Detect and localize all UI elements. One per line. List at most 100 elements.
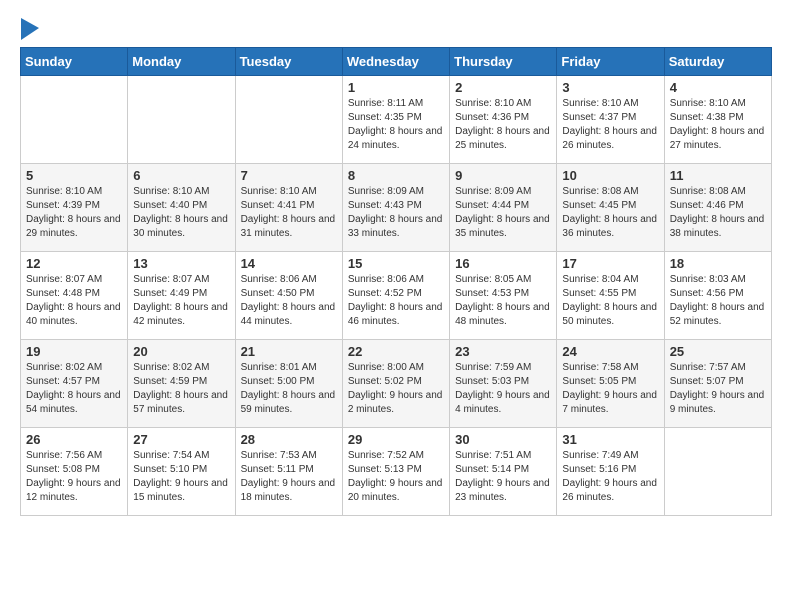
calendar-cell-3-3: 22 Sunrise: 8:00 AM Sunset: 5:02 PM Dayli… [342,340,449,428]
calendar-cell-0-6: 4 Sunrise: 8:10 AM Sunset: 4:38 PM Daylig… [664,76,771,164]
day-number: 18 [670,256,766,271]
logo [20,18,39,37]
day-number: 21 [241,344,337,359]
logo-icon [21,18,39,40]
calendar-cell-4-0: 26Sunrise: 7:56 AM Sunset: 5:08 PM Dayli… [21,428,128,516]
calendar-cell-1-1: 6 Sunrise: 8:10 AM Sunset: 4:40 PM Daylig… [128,164,235,252]
day-info: Sunrise: 8:00 AM Sunset: 5:02 PM Dayligh… [348,361,444,417]
day-info: Sunrise: 8:02 AM Sunset: 4:57 PM Dayligh… [26,361,122,417]
day-info: Sunrise: 7:59 AM Sunset: 5:03 PM Dayligh… [455,361,551,417]
day-number: 30 [455,432,551,447]
calendar-cell-2-5: 17 Sunrise: 8:04 AM Sunset: 4:55 PM Dayli… [557,252,664,340]
day-info: Sunrise: 8:08 AM Sunset: 4:46 PM Dayligh… [670,185,766,241]
day-info: Sunrise: 8:10 AM Sunset: 4:38 PM Dayligh… [670,97,766,153]
day-number: 15 [348,256,444,271]
calendar-cell-0-2 [235,76,342,164]
calendar-cell-2-2: 14Sunrise: 8:06 AM Sunset: 4:50 PM Dayli… [235,252,342,340]
week-row-3: 19 Sunrise: 8:02 AM Sunset: 4:57 PM Dayli… [21,340,772,428]
day-number: 2 [455,80,551,95]
day-info: Sunrise: 8:07 AM Sunset: 4:48 PM Dayligh… [26,273,122,329]
calendar-cell-4-4: 30 Sunrise: 7:51 AM Sunset: 5:14 PM Dayli… [450,428,557,516]
calendar-cell-2-0: 12 Sunrise: 8:07 AM Sunset: 4:48 PM Dayli… [21,252,128,340]
day-number: 12 [26,256,122,271]
day-info: Sunrise: 8:10 AM Sunset: 4:41 PM Dayligh… [241,185,337,241]
day-number: 28 [241,432,337,447]
day-number: 22 [348,344,444,359]
calendar-cell-3-1: 20 Sunrise: 8:02 AM Sunset: 4:59 PM Dayli… [128,340,235,428]
day-number: 16 [455,256,551,271]
day-info: Sunrise: 8:04 AM Sunset: 4:55 PM Dayligh… [562,273,658,329]
day-number: 6 [133,168,229,183]
calendar-cell-4-6 [664,428,771,516]
day-number: 31 [562,432,658,447]
calendar-cell-4-5: 31 Sunrise: 7:49 AM Sunset: 5:16 PM Dayli… [557,428,664,516]
calendar-cell-2-3: 15Sunrise: 8:06 AM Sunset: 4:52 PM Dayli… [342,252,449,340]
day-number: 25 [670,344,766,359]
day-number: 1 [348,80,444,95]
day-info: Sunrise: 7:57 AM Sunset: 5:07 PM Dayligh… [670,361,766,417]
day-info: Sunrise: 8:08 AM Sunset: 4:45 PM Dayligh… [562,185,658,241]
calendar-cell-3-4: 23 Sunrise: 7:59 AM Sunset: 5:03 PM Dayli… [450,340,557,428]
day-number: 4 [670,80,766,95]
day-info: Sunrise: 8:07 AM Sunset: 4:49 PM Dayligh… [133,273,229,329]
calendar-cell-2-6: 18 Sunrise: 8:03 AM Sunset: 4:56 PM Dayli… [664,252,771,340]
week-row-4: 26Sunrise: 7:56 AM Sunset: 5:08 PM Dayli… [21,428,772,516]
weekday-header-thursday: Thursday [450,48,557,76]
day-number: 8 [348,168,444,183]
day-info: Sunrise: 8:09 AM Sunset: 4:44 PM Dayligh… [455,185,551,241]
day-info: Sunrise: 8:10 AM Sunset: 4:40 PM Dayligh… [133,185,229,241]
day-number: 19 [26,344,122,359]
weekday-header-saturday: Saturday [664,48,771,76]
day-info: Sunrise: 8:10 AM Sunset: 4:37 PM Dayligh… [562,97,658,153]
day-info: Sunrise: 7:53 AM Sunset: 5:11 PM Dayligh… [241,449,337,505]
calendar-cell-1-5: 10Sunrise: 8:08 AM Sunset: 4:45 PM Dayli… [557,164,664,252]
day-info: Sunrise: 7:49 AM Sunset: 5:16 PM Dayligh… [562,449,658,505]
day-info: Sunrise: 7:51 AM Sunset: 5:14 PM Dayligh… [455,449,551,505]
day-number: 7 [241,168,337,183]
day-number: 13 [133,256,229,271]
weekday-header-row: SundayMondayTuesdayWednesdayThursdayFrid… [21,48,772,76]
day-number: 29 [348,432,444,447]
day-number: 9 [455,168,551,183]
day-info: Sunrise: 7:54 AM Sunset: 5:10 PM Dayligh… [133,449,229,505]
calendar-cell-2-4: 16Sunrise: 8:05 AM Sunset: 4:53 PM Dayli… [450,252,557,340]
day-info: Sunrise: 8:09 AM Sunset: 4:43 PM Dayligh… [348,185,444,241]
day-info: Sunrise: 7:58 AM Sunset: 5:05 PM Dayligh… [562,361,658,417]
day-info: Sunrise: 8:11 AM Sunset: 4:35 PM Dayligh… [348,97,444,153]
day-number: 24 [562,344,658,359]
day-number: 23 [455,344,551,359]
day-info: Sunrise: 8:02 AM Sunset: 4:59 PM Dayligh… [133,361,229,417]
week-row-0: 1 Sunrise: 8:11 AM Sunset: 4:35 PM Daylig… [21,76,772,164]
weekday-header-sunday: Sunday [21,48,128,76]
calendar-cell-4-3: 29 Sunrise: 7:52 AM Sunset: 5:13 PM Dayli… [342,428,449,516]
header [20,18,772,37]
calendar-cell-4-2: 28 Sunrise: 7:53 AM Sunset: 5:11 PM Dayli… [235,428,342,516]
page: SundayMondayTuesdayWednesdayThursdayFrid… [0,0,792,530]
day-number: 11 [670,168,766,183]
day-number: 17 [562,256,658,271]
calendar-cell-3-6: 25 Sunrise: 7:57 AM Sunset: 5:07 PM Dayli… [664,340,771,428]
calendar-cell-1-2: 7 Sunrise: 8:10 AM Sunset: 4:41 PM Daylig… [235,164,342,252]
calendar: SundayMondayTuesdayWednesdayThursdayFrid… [20,47,772,516]
day-info: Sunrise: 7:56 AM Sunset: 5:08 PM Dayligh… [26,449,122,505]
weekday-header-tuesday: Tuesday [235,48,342,76]
weekday-header-wednesday: Wednesday [342,48,449,76]
weekday-header-friday: Friday [557,48,664,76]
weekday-header-monday: Monday [128,48,235,76]
day-number: 14 [241,256,337,271]
calendar-cell-0-5: 3 Sunrise: 8:10 AM Sunset: 4:37 PM Daylig… [557,76,664,164]
calendar-cell-4-1: 27 Sunrise: 7:54 AM Sunset: 5:10 PM Dayli… [128,428,235,516]
day-info: Sunrise: 8:10 AM Sunset: 4:36 PM Dayligh… [455,97,551,153]
calendar-cell-3-5: 24 Sunrise: 7:58 AM Sunset: 5:05 PM Dayli… [557,340,664,428]
calendar-cell-1-4: 9 Sunrise: 8:09 AM Sunset: 4:44 PM Daylig… [450,164,557,252]
day-number: 3 [562,80,658,95]
day-number: 20 [133,344,229,359]
calendar-cell-0-4: 2 Sunrise: 8:10 AM Sunset: 4:36 PM Daylig… [450,76,557,164]
day-number: 27 [133,432,229,447]
calendar-cell-3-2: 21Sunrise: 8:01 AM Sunset: 5:00 PM Dayli… [235,340,342,428]
calendar-cell-1-6: 11 Sunrise: 8:08 AM Sunset: 4:46 PM Dayli… [664,164,771,252]
calendar-cell-1-0: 5Sunrise: 8:10 AM Sunset: 4:39 PM Daylig… [21,164,128,252]
calendar-cell-2-1: 13 Sunrise: 8:07 AM Sunset: 4:49 PM Dayli… [128,252,235,340]
day-info: Sunrise: 7:52 AM Sunset: 5:13 PM Dayligh… [348,449,444,505]
day-info: Sunrise: 8:03 AM Sunset: 4:56 PM Dayligh… [670,273,766,329]
